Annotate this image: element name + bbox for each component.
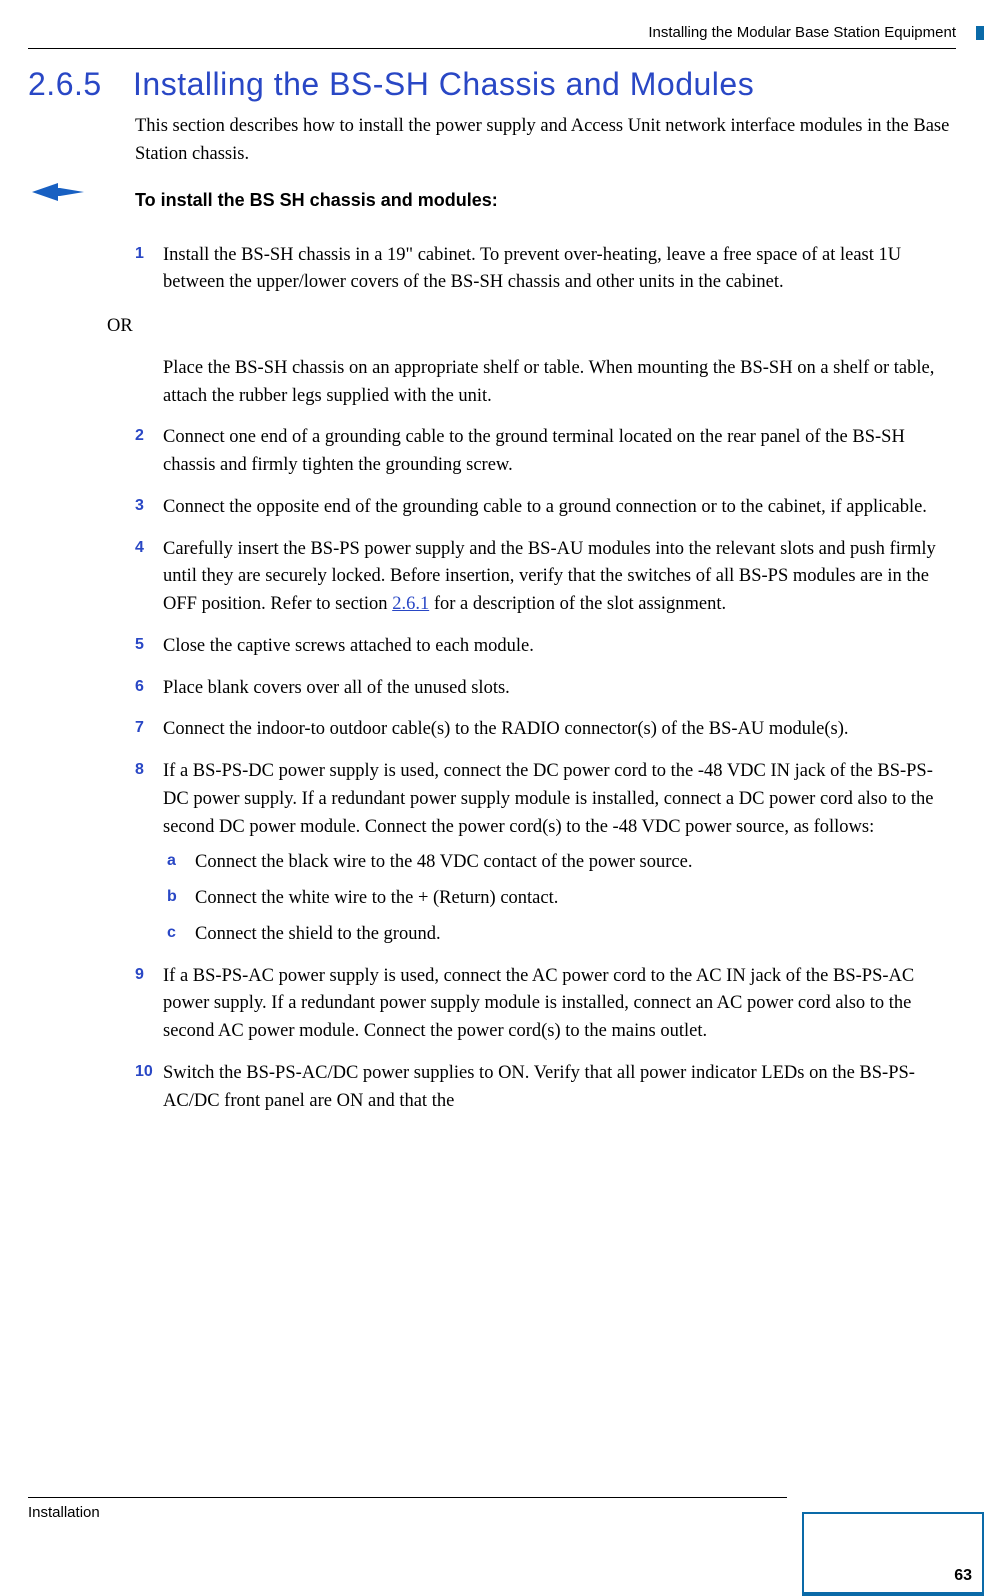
step-text: If a BS-PS-AC power supply is used, conn…: [163, 966, 914, 1042]
step-number: 5: [135, 633, 144, 657]
footer-section-label: Installation: [28, 1504, 100, 1521]
substep-letter: b: [167, 885, 177, 909]
step-7: 7 Connect the indoor-to outdoor cable(s)…: [135, 716, 956, 744]
step-3: 3 Connect the opposite end of the ground…: [135, 494, 956, 522]
step-number: 8: [135, 758, 144, 782]
substep-text: Connect the black wire to the 48 VDC con…: [195, 852, 692, 872]
page-footer: Installation: [28, 1497, 787, 1525]
page-number: 63: [954, 1567, 972, 1584]
step-6: 6 Place blank covers over all of the unu…: [135, 675, 956, 703]
substep-text: Connect the white wire to the + (Return)…: [195, 888, 558, 908]
step-text: Connect the indoor-to outdoor cable(s) t…: [163, 719, 849, 739]
page-corner-block: 63: [802, 1512, 984, 1596]
section-title: Installing the BS-SH Chassis and Modules: [133, 66, 754, 102]
step-number: 3: [135, 494, 144, 518]
step-number: 2: [135, 424, 144, 448]
step-text-post: for a description of the slot assignment…: [429, 594, 726, 614]
or-separator: OR: [107, 313, 956, 341]
section-heading: 2.6.5Installing the BS-SH Chassis and Mo…: [28, 60, 956, 108]
edge-tab: [976, 26, 984, 40]
step-text: Close the captive screws attached to eac…: [163, 636, 534, 656]
running-title-text: Installing the Modular Base Station Equi…: [648, 24, 956, 41]
step-8: 8 If a BS-PS-DC power supply is used, co…: [135, 758, 956, 949]
procedure-lead: To install the BS SH chassis and modules…: [135, 187, 956, 214]
substep-letter: a: [167, 849, 176, 873]
step-number: 10: [135, 1060, 153, 1084]
substep-letter: c: [167, 921, 176, 945]
substep-text: Connect the shield to the ground.: [195, 924, 441, 944]
step-10: 10 Switch the BS-PS-AC/DC power supplies…: [135, 1060, 956, 1116]
step-text: Switch the BS-PS-AC/DC power supplies to…: [163, 1063, 915, 1111]
substep-a: a Connect the black wire to the 48 VDC c…: [167, 849, 956, 877]
step-number: 1: [135, 242, 144, 266]
step-text: Install the BS-SH chassis in a 19" cabin…: [163, 245, 901, 293]
running-header: Installing the Modular Base Station Equi…: [28, 22, 956, 49]
substep-b: b Connect the white wire to the + (Retur…: [167, 885, 956, 913]
step-text: Place blank covers over all of the unuse…: [163, 678, 510, 698]
step-2: 2 Connect one end of a grounding cable t…: [135, 424, 956, 480]
substep-c: c Connect the shield to the ground.: [167, 921, 956, 949]
step-number: 4: [135, 536, 144, 560]
step-text: Connect the opposite end of the groundin…: [163, 497, 927, 517]
step-4: 4 Carefully insert the BS-PS power suppl…: [135, 536, 956, 619]
cross-ref-link[interactable]: 2.6.1: [392, 594, 429, 614]
step-number: 9: [135, 963, 144, 987]
body-content: This section describes how to install th…: [135, 113, 956, 1129]
alt-paragraph: Place the BS-SH chassis on an appropriat…: [135, 355, 956, 411]
procedure-arrow-icon: [30, 181, 86, 203]
intro-paragraph: This section describes how to install th…: [135, 113, 956, 169]
step-5: 5 Close the captive screws attached to e…: [135, 633, 956, 661]
step-number: 6: [135, 675, 144, 699]
step-text: Connect one end of a grounding cable to …: [163, 427, 905, 475]
page-number-box: 63: [804, 1514, 982, 1592]
section-number: 2.6.5: [28, 60, 133, 108]
step-9: 9 If a BS-PS-AC power supply is used, co…: [135, 963, 956, 1046]
step-1: 1 Install the BS-SH chassis in a 19" cab…: [135, 242, 956, 298]
step-text: If a BS-PS-DC power supply is used, conn…: [163, 761, 934, 837]
step-number: 7: [135, 716, 144, 740]
